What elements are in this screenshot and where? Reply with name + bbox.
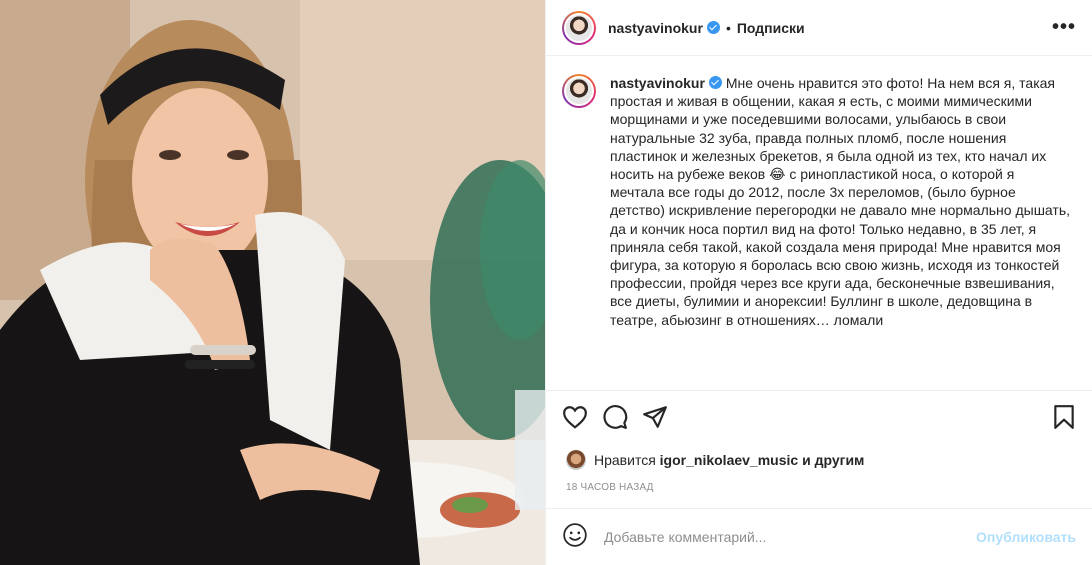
share-icon[interactable] xyxy=(642,397,682,437)
publish-button[interactable]: Опубликовать xyxy=(976,529,1076,545)
instagram-post: nastyavinokur • Подписки ••• nastyavinok… xyxy=(0,0,1092,565)
emoji-icon[interactable] xyxy=(562,522,588,553)
likes-prefix: Нравится xyxy=(594,452,656,468)
post-photo[interactable] xyxy=(0,0,545,565)
likes-summary: Нравится igor_nikolaev_music и другим xyxy=(546,443,1092,477)
post-image xyxy=(0,0,545,565)
caption-section[interactable]: nastyavinokur Мне очень нравится это фот… xyxy=(546,56,1092,391)
caption-text: Мне очень нравится это фото! На нем вся … xyxy=(610,75,1071,328)
verified-badge-icon xyxy=(706,21,720,34)
comment-icon[interactable] xyxy=(602,397,642,437)
liker-username[interactable]: igor_nikolaev_music xyxy=(660,452,799,468)
following-button[interactable]: Подписки xyxy=(737,20,805,36)
author-username[interactable]: nastyavinokur xyxy=(608,20,703,36)
caption-author-avatar[interactable] xyxy=(562,74,596,108)
post-details-pane: nastyavinokur • Подписки ••• nastyavinok… xyxy=(545,0,1092,565)
heart-icon[interactable] xyxy=(562,397,602,437)
separator-dot: • xyxy=(725,19,731,36)
likes-others[interactable]: и другим xyxy=(802,452,864,468)
post-timestamp[interactable]: 18 ЧАСОВ НАЗАД xyxy=(546,477,1092,509)
verified-badge-icon xyxy=(708,76,722,89)
caption-body: nastyavinokur Мне очень нравится это фот… xyxy=(610,74,1070,329)
caption: nastyavinokur Мне очень нравится это фот… xyxy=(562,74,1076,329)
action-bar xyxy=(546,391,1092,443)
caption-username[interactable]: nastyavinokur xyxy=(610,75,705,91)
comment-input[interactable] xyxy=(604,529,977,545)
post-header: nastyavinokur • Подписки ••• xyxy=(546,0,1092,56)
bookmark-icon[interactable] xyxy=(1036,397,1076,437)
author-avatar[interactable] xyxy=(562,10,596,45)
more-options-icon[interactable]: ••• xyxy=(1052,16,1076,39)
comment-bar: Опубликовать xyxy=(546,509,1092,565)
liker-avatar[interactable] xyxy=(566,450,586,470)
